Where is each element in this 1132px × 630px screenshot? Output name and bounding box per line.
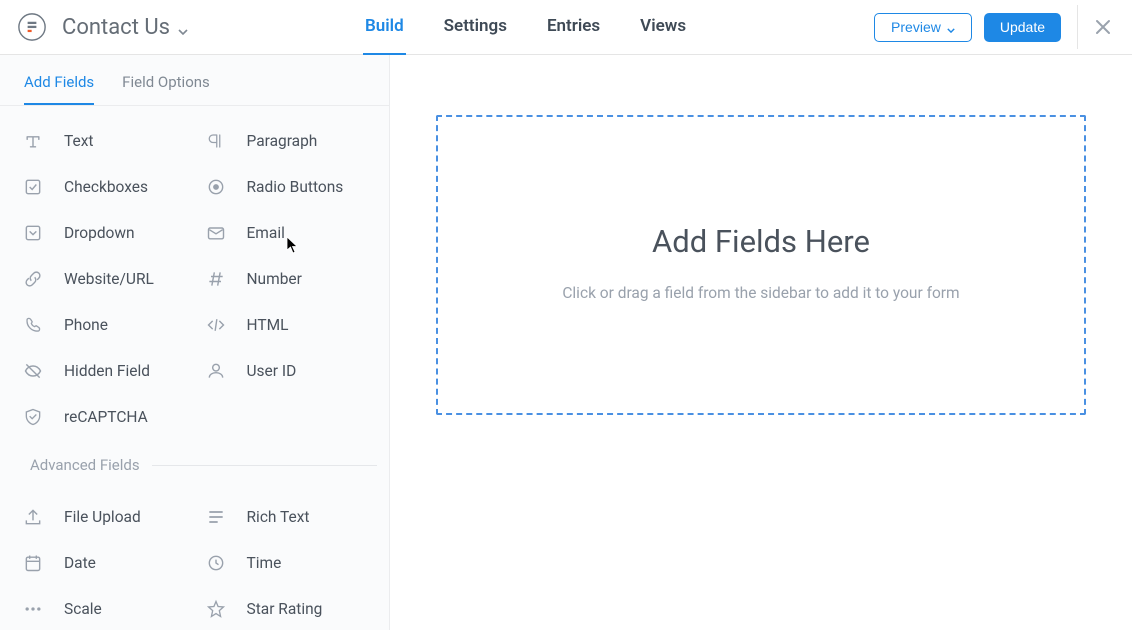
sidebar-tab-add-fields[interactable]: Add Fields [24,73,94,105]
tab-views[interactable]: Views [638,0,688,55]
update-button[interactable]: Update [984,13,1061,42]
field-html[interactable]: HTML [195,302,378,348]
checkbox-icon [22,176,44,198]
sidebar-tabs: Add Fields Field Options [0,55,389,106]
field-label: Email [247,224,285,242]
app-body: Add Fields Field Options Text Paragraph [0,55,1132,630]
shield-icon [22,406,44,428]
link-icon [22,268,44,290]
richtext-icon [205,506,227,528]
field-label: Rich Text [247,508,310,526]
field-label: Number [247,270,302,288]
time-icon [205,552,227,574]
field-file-upload[interactable]: File Upload [12,494,195,540]
field-label: Website/URL [64,270,154,288]
field-label: Phone [64,316,108,334]
dropdown-icon [22,222,44,244]
close-icon[interactable] [1094,18,1112,36]
divider [1077,5,1078,49]
preview-button[interactable]: Preview [874,13,972,42]
app-logo-icon [18,13,46,41]
preview-label: Preview [891,19,941,35]
email-icon [205,222,227,244]
field-scale[interactable]: Scale [12,586,195,630]
divider [152,465,377,466]
field-label: Radio Buttons [247,178,344,196]
sidebar: Add Fields Field Options Text Paragraph [0,55,390,630]
star-icon [205,598,227,620]
field-star-rating[interactable]: Star Rating [195,586,378,630]
tab-entries[interactable]: Entries [545,0,602,55]
radio-icon [205,176,227,198]
sidebar-tab-field-options[interactable]: Field Options [122,73,210,105]
user-icon [205,360,227,382]
page-title-dropdown[interactable]: Contact Us [62,15,188,40]
field-label: HTML [247,316,289,334]
field-radio-buttons[interactable]: Radio Buttons [195,164,378,210]
hidden-icon [22,360,44,382]
field-label: Star Rating [247,600,323,618]
field-label: Date [64,554,96,572]
html-icon [205,314,227,336]
field-paragraph[interactable]: Paragraph [195,118,378,164]
header-actions: Preview Update [874,5,1132,49]
field-label: User ID [247,362,297,380]
form-canvas: Add Fields Here Click or drag a field fr… [390,55,1132,630]
field-text[interactable]: Text [12,118,195,164]
dropzone[interactable]: Add Fields Here Click or drag a field fr… [436,115,1086,415]
dropzone-title: Add Fields Here [652,223,870,260]
field-rich-text[interactable]: Rich Text [195,494,378,540]
field-number[interactable]: Number [195,256,378,302]
field-date[interactable]: Date [12,540,195,586]
chevron-down-icon [947,20,955,36]
dropzone-subtitle: Click or drag a field from the sidebar t… [562,284,959,302]
field-recaptcha[interactable]: reCAPTCHA [12,394,195,440]
hash-icon [205,268,227,290]
text-icon [22,130,44,152]
paragraph-icon [205,130,227,152]
field-checkboxes[interactable]: Checkboxes [12,164,195,210]
field-label: Paragraph [247,132,318,150]
section-label: Advanced Fields [30,456,140,474]
field-label: File Upload [64,508,141,526]
field-label: Hidden Field [64,362,150,380]
tab-settings[interactable]: Settings [442,0,509,55]
field-label: Time [247,554,282,572]
scale-icon [22,598,44,620]
advanced-fields-grid: File Upload Rich Text Date Time [0,482,389,630]
field-label: Dropdown [64,224,135,242]
field-dropdown[interactable]: Dropdown [12,210,195,256]
field-phone[interactable]: Phone [12,302,195,348]
field-email[interactable]: Email [195,210,378,256]
page-title: Contact Us [62,15,170,40]
field-website-url[interactable]: Website/URL [12,256,195,302]
field-label: Text [64,132,93,150]
app-header: Contact Us Build Settings Entries Views … [0,0,1132,55]
field-label: Checkboxes [64,178,148,196]
field-user-id[interactable]: User ID [195,348,378,394]
update-label: Update [1000,19,1045,35]
field-time[interactable]: Time [195,540,378,586]
main-nav: Build Settings Entries Views [363,0,688,55]
advanced-fields-header: Advanced Fields [0,444,389,482]
phone-icon [22,314,44,336]
tab-build[interactable]: Build [363,0,406,55]
field-label: reCAPTCHA [64,408,148,426]
field-hidden[interactable]: Hidden Field [12,348,195,394]
upload-icon [22,506,44,528]
basic-fields-grid: Text Paragraph Checkboxes Radio Buttons [0,106,389,444]
date-icon [22,552,44,574]
chevron-down-icon [178,20,188,39]
field-label: Scale [64,600,102,618]
